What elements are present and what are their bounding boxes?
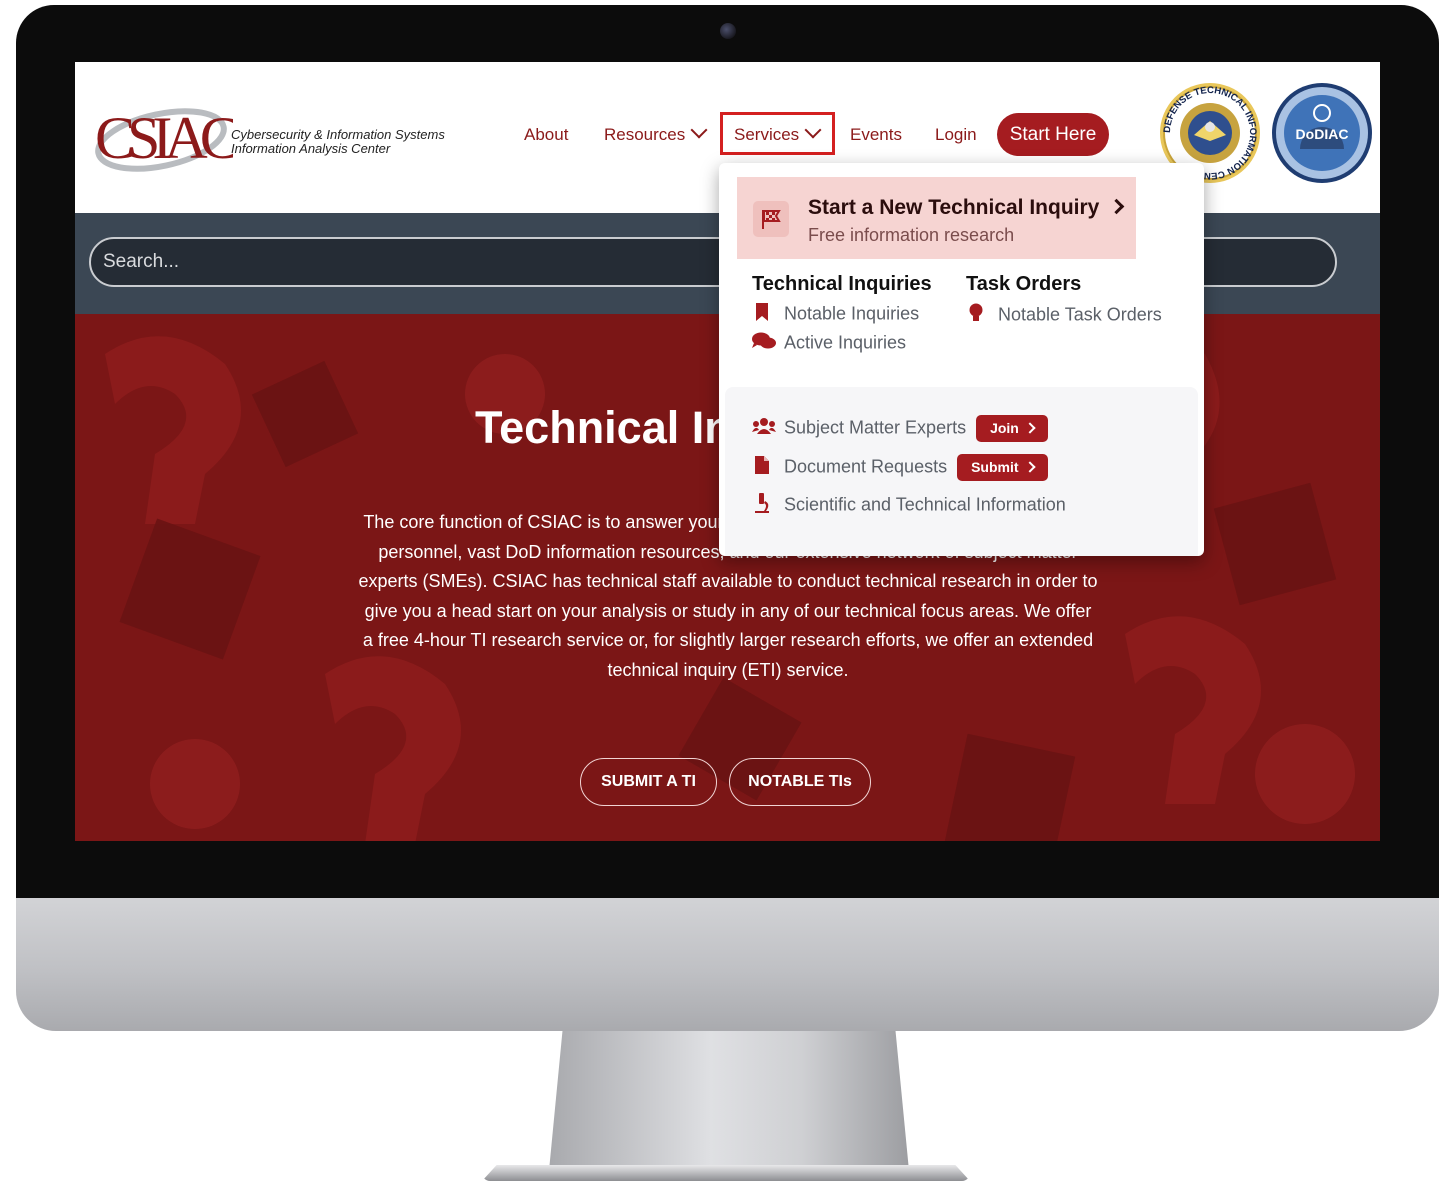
bookmark-icon	[752, 303, 772, 326]
task-orders-heading: Task Orders	[966, 273, 1082, 295]
join-button-label: Join	[990, 420, 1019, 436]
notable-task-orders-label: Notable Task Orders	[998, 304, 1162, 325]
nav-login[interactable]: Login	[935, 111, 977, 159]
dropdown-lower-panel: Subject Matter Experts Join Document Requ…	[725, 387, 1198, 556]
technical-inquiries-heading: Technical Inquiries	[752, 273, 932, 295]
document-requests-link[interactable]: Document Requests Submit	[752, 454, 1048, 481]
monitor-stand-base	[482, 1165, 970, 1181]
monitor-stand	[548, 1031, 910, 1181]
lightbulb-icon	[966, 303, 986, 328]
svg-text:DoDIAC: DoDIAC	[1296, 126, 1349, 142]
notable-inquiries-link[interactable]: Notable Inquiries	[752, 303, 919, 326]
sme-label: Subject Matter Experts	[784, 417, 967, 438]
cta-title: Start a New Technical Inquiry	[808, 196, 1125, 220]
comments-icon	[752, 332, 776, 355]
notable-inquiries-label: Notable Inquiries	[784, 303, 920, 324]
nav-resources[interactable]: Resources	[604, 111, 708, 159]
monitor-chin	[16, 898, 1439, 1031]
nav-events[interactable]: Events	[850, 111, 902, 159]
services-dropdown-menu: Start a New Technical Inquiry Free infor…	[719, 163, 1204, 556]
subject-matter-experts-link[interactable]: Subject Matter Experts Join	[752, 415, 1048, 442]
sti-label: Scientific and Technical Information	[784, 494, 1066, 515]
dodiac-seal-logo[interactable]: DoDIAC	[1270, 81, 1374, 185]
new-technical-inquiry-link[interactable]: Start a New Technical Inquiry Free infor…	[737, 177, 1136, 259]
active-inquiries-label: Active Inquiries	[784, 332, 907, 353]
checkered-flag-icon	[753, 201, 789, 237]
browser-screen: CSIAC Cybersecurity & Information System…	[75, 62, 1380, 841]
join-button[interactable]: Join	[976, 415, 1048, 442]
document-requests-label: Document Requests	[784, 456, 948, 477]
microscope-icon	[752, 493, 772, 518]
submit-button-label: Submit	[971, 459, 1019, 475]
users-icon	[752, 417, 776, 440]
notable-tis-button[interactable]: NOTABLE TIs	[729, 758, 871, 806]
scientific-technical-information-link[interactable]: Scientific and Technical Information	[752, 493, 1066, 518]
active-inquiries-link[interactable]: Active Inquiries	[752, 332, 906, 355]
services-highlight-box	[720, 112, 835, 155]
cta-subtitle: Free information research	[808, 225, 1015, 245]
submit-ti-button[interactable]: SUBMIT A TI	[580, 758, 717, 806]
file-icon	[752, 456, 772, 479]
nav-about[interactable]: About	[524, 111, 568, 159]
start-here-button[interactable]: Start Here	[997, 113, 1109, 156]
cta-title-text: Start a New Technical Inquiry	[808, 196, 1100, 219]
webcam-icon	[720, 23, 736, 39]
nav-resources-label: Resources	[604, 125, 686, 144]
notable-task-orders-link[interactable]: Notable Task Orders	[966, 303, 1162, 328]
chevron-right-icon	[1024, 422, 1036, 434]
chevron-right-icon	[1023, 461, 1036, 473]
submit-request-button[interactable]: Submit	[957, 454, 1048, 481]
chevron-down-icon	[690, 121, 708, 139]
chevron-right-icon	[1108, 198, 1125, 215]
